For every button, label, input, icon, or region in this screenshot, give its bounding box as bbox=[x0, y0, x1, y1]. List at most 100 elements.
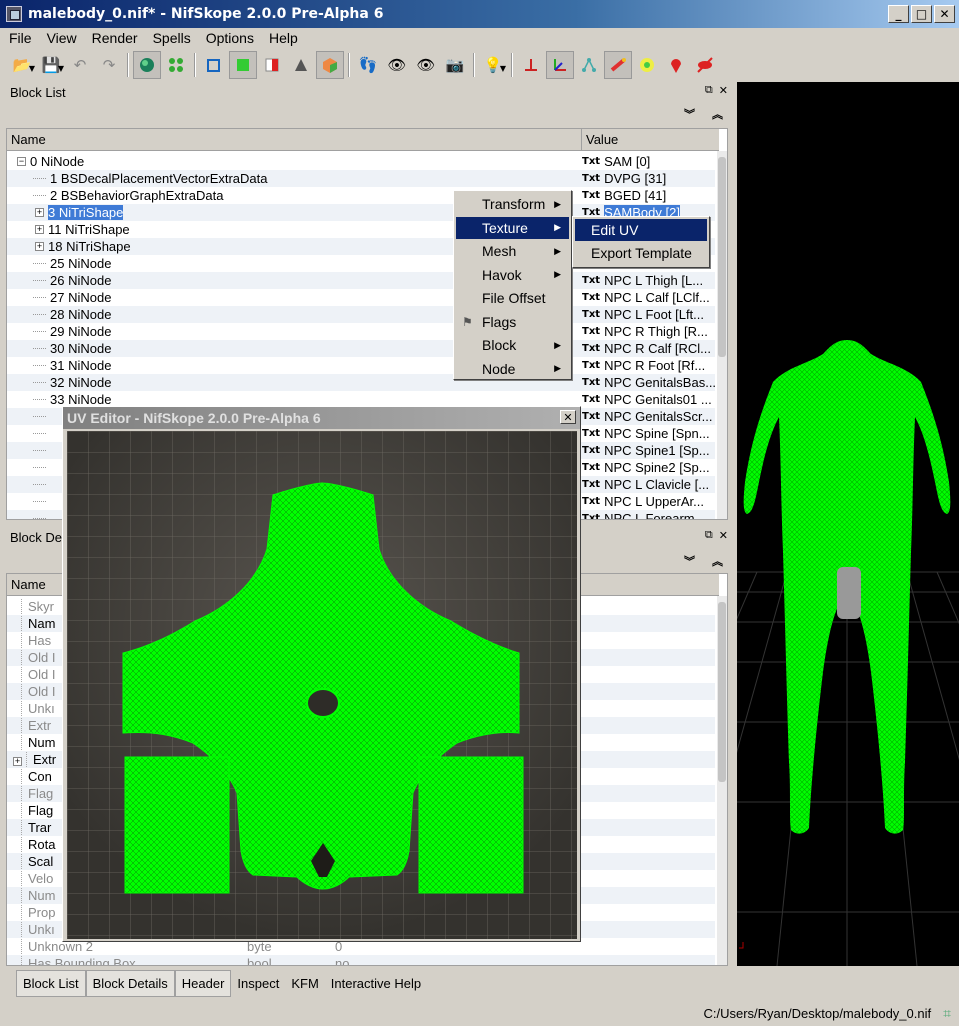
menu-item-file-offset[interactable]: File Offset bbox=[456, 287, 569, 309]
submenu-arrow-icon: ▶ bbox=[554, 363, 561, 373]
column-value[interactable]: Value bbox=[582, 129, 719, 150]
tree-branch-line bbox=[33, 365, 46, 366]
float-icon[interactable]: ⧉ bbox=[705, 84, 713, 97]
menu-file[interactable]: File bbox=[0, 30, 38, 46]
menu-item-transform[interactable]: Transform ▶ bbox=[456, 193, 569, 215]
float-icon[interactable]: ⧉ bbox=[705, 529, 713, 542]
uv-editor-window[interactable]: UV Editor - NifSkope 2.0.0 Pre-Alpha 6 ✕ bbox=[62, 406, 581, 942]
marker-icon[interactable] bbox=[662, 51, 690, 79]
column-name[interactable]: Name bbox=[7, 129, 582, 150]
collapse-all-icon[interactable]: ︾ bbox=[684, 553, 695, 569]
light-icon[interactable]: 💡 ▼ bbox=[479, 51, 507, 79]
globe-icon[interactable] bbox=[133, 51, 161, 79]
maximize-button[interactable]: □ bbox=[911, 5, 932, 23]
cube-solid-icon[interactable] bbox=[229, 51, 257, 79]
block-list-row[interactable]: 30 NiNode Txt NPC R Calf [RCl... bbox=[7, 340, 715, 357]
skeleton-icon[interactable] bbox=[575, 51, 603, 79]
menu-item-flags[interactable]: ⚑ Flags bbox=[456, 311, 569, 333]
block-list-row[interactable]: −0 NiNode Txt SAM [0] bbox=[7, 153, 715, 170]
menu-item-mesh[interactable]: Mesh ▶ bbox=[456, 240, 569, 262]
redo-icon[interactable]: ↷ bbox=[95, 51, 123, 79]
uv-editor-titlebar[interactable]: UV Editor - NifSkope 2.0.0 Pre-Alpha 6 bbox=[63, 407, 580, 429]
txt-tag: Txt bbox=[582, 360, 601, 371]
expand-icon[interactable]: + bbox=[13, 757, 22, 766]
render-viewport[interactable] bbox=[737, 82, 959, 966]
tab-block-details[interactable]: Block Details bbox=[85, 969, 175, 997]
cube-red-icon[interactable] bbox=[258, 51, 286, 79]
window-titlebar[interactable]: malebody_0.nif* - NifSkope 2.0.0 Pre-Alp… bbox=[0, 0, 959, 28]
menu-help[interactable]: Help bbox=[260, 30, 304, 46]
save-icon[interactable]: 💾 ▼ bbox=[37, 51, 65, 79]
expand-all-icon[interactable]: ︽ bbox=[712, 106, 723, 122]
tab-interactive-help[interactable]: Interactive Help bbox=[325, 971, 427, 996]
flag-icon: ⚑ bbox=[462, 314, 473, 329]
block-list-row[interactable]: 32 NiNode Txt NPC GenitalsBas... bbox=[7, 374, 715, 391]
tree-branch-line bbox=[33, 263, 46, 264]
block-list-row[interactable]: 28 NiNode Txt NPC L Foot [Lft... bbox=[7, 306, 715, 323]
block-value: NPC R Foot [Rf... bbox=[604, 358, 706, 373]
tab-header[interactable]: Header bbox=[174, 969, 232, 997]
menu-render[interactable]: Render bbox=[83, 30, 144, 46]
open-icon[interactable]: 📂 ▼ bbox=[8, 51, 36, 79]
detail-row[interactable]: Has Bounding Box bool no bbox=[7, 955, 715, 965]
block-value: NPC L Thigh [L... bbox=[604, 273, 704, 288]
dock-close-icon[interactable]: ✕ bbox=[719, 84, 728, 97]
menu-options[interactable]: Options bbox=[197, 30, 260, 46]
uv-editor-close-button[interactable]: ✕ bbox=[560, 410, 576, 424]
block-list-row[interactable]: 27 NiNode Txt NPC L Calf [LClf... bbox=[7, 289, 715, 306]
expand-icon[interactable]: + bbox=[35, 225, 44, 234]
eye-icon[interactable]: 👁 bbox=[383, 51, 411, 79]
context-menu[interactable]: Transform ▶ Texture ▶ Mesh ▶ Havok ▶ File Offset… bbox=[453, 190, 572, 380]
block-list-scrollbar[interactable] bbox=[717, 151, 727, 519]
scroll-thumb[interactable] bbox=[718, 602, 726, 782]
axes-icon[interactable] bbox=[546, 51, 574, 79]
block-list-row[interactable]: 29 NiNode Txt NPC R Thigh [R... bbox=[7, 323, 715, 340]
txt-tag: Txt bbox=[582, 428, 601, 439]
cube-outline-icon[interactable] bbox=[200, 51, 228, 79]
collapse-icon[interactable]: − bbox=[17, 157, 26, 166]
submenu-item-edit-uv[interactable]: Edit UV bbox=[575, 219, 707, 241]
minimize-button[interactable]: _ bbox=[888, 5, 909, 23]
menu-view[interactable]: View bbox=[38, 30, 83, 46]
menu-spells[interactable]: Spells bbox=[144, 30, 197, 46]
axis-icon[interactable] bbox=[517, 51, 545, 79]
dock-close-icon[interactable]: ✕ bbox=[719, 529, 728, 542]
undo-icon[interactable]: ↶ bbox=[66, 51, 94, 79]
tab-kfm[interactable]: KFM bbox=[285, 971, 324, 996]
eye-pen-icon[interactable]: 👁 bbox=[412, 51, 440, 79]
menu-item-texture[interactable]: Texture ▶ bbox=[456, 216, 569, 239]
block-list-row[interactable]: 1 BSDecalPlacementVectorExtraData Txt DVPG… bbox=[7, 170, 715, 187]
menu-item-node[interactable]: Node ▶ bbox=[456, 358, 569, 380]
tab-block-list[interactable]: Block List bbox=[16, 969, 86, 997]
tab-inspect[interactable]: Inspect bbox=[231, 971, 285, 996]
app-icon[interactable] bbox=[6, 6, 22, 22]
texture-submenu[interactable]: Edit UV Export Template bbox=[572, 216, 710, 268]
footprints-icon[interactable]: 👣 bbox=[354, 51, 382, 79]
expand-icon[interactable]: + bbox=[35, 208, 44, 217]
tree-branch-line bbox=[33, 518, 46, 519]
block-list-header: Block List ⧉ ✕ bbox=[0, 82, 734, 102]
tree-branch-line bbox=[33, 467, 46, 468]
scroll-thumb[interactable] bbox=[718, 157, 726, 357]
block-list-row[interactable]: 31 NiNode Txt NPC R Foot [Rf... bbox=[7, 357, 715, 374]
collapse-all-icon[interactable]: ︾ bbox=[684, 106, 695, 122]
expand-icon[interactable]: + bbox=[35, 242, 44, 251]
bone-icon[interactable] bbox=[604, 51, 632, 79]
menu-item-havok[interactable]: Havok ▶ bbox=[456, 264, 569, 286]
tree-branch-line bbox=[33, 280, 46, 281]
block-list-row[interactable]: 26 NiNode Txt NPC L Thigh [L... bbox=[7, 272, 715, 289]
close-button[interactable]: ✕ bbox=[934, 5, 955, 23]
block-details-scrollbar[interactable] bbox=[717, 596, 727, 965]
screenshot-icon[interactable]: 📷 bbox=[441, 51, 469, 79]
detail-name: Scal bbox=[21, 854, 54, 869]
normals-icon[interactable] bbox=[287, 51, 315, 79]
target-icon[interactable] bbox=[633, 51, 661, 79]
hide-icon[interactable] bbox=[691, 51, 719, 79]
texture-cube-icon[interactable] bbox=[316, 51, 344, 79]
nodes-icon[interactable] bbox=[162, 51, 190, 79]
expand-all-icon[interactable]: ︽ bbox=[712, 553, 723, 569]
submenu-item-export-template[interactable]: Export Template bbox=[575, 242, 707, 264]
block-list-row[interactable]: 2 BSBehaviorGraphExtraData Txt BGED [41] bbox=[7, 187, 715, 204]
menu-item-block[interactable]: Block ▶ bbox=[456, 334, 569, 356]
uv-canvas[interactable] bbox=[67, 431, 577, 939]
